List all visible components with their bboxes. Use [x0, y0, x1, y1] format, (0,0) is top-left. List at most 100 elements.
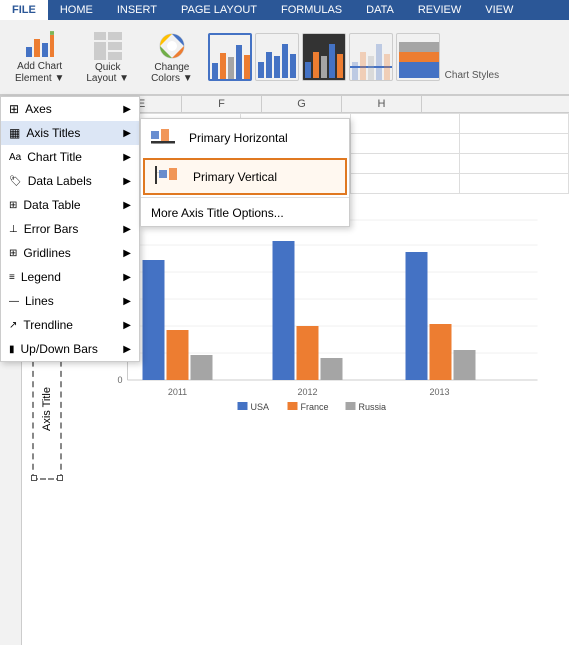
menu-item-legend-label: Legend — [21, 270, 61, 284]
svg-text:Russia: Russia — [359, 402, 387, 410]
chart-styles-section-label: Chart Styles — [445, 70, 499, 81]
svg-text:France: France — [301, 402, 329, 410]
menu-item-trendline[interactable]: ↗ Trendline ▶ — [1, 313, 139, 337]
col-header-f: F — [182, 96, 262, 112]
svg-text:2011: 2011 — [168, 387, 187, 397]
axes-arrow: ▶ — [123, 104, 131, 115]
cell-213[interactable]: 213 — [241, 154, 350, 174]
menu-item-legend[interactable]: ≡ Legend ▶ — [1, 265, 139, 289]
menu-item-updown-bars[interactable]: ▮ Up/Down Bars ▶ — [1, 337, 139, 361]
cell-h3[interactable] — [459, 154, 568, 174]
gridlines-arrow: ▶ — [123, 248, 131, 259]
lines-icon: — — [9, 296, 19, 307]
add-chart-element-icon — [24, 29, 56, 61]
col-header-g: G — [262, 96, 342, 112]
legend-arrow: ▶ — [123, 272, 131, 283]
menu-item-lines-label: Lines — [25, 294, 54, 308]
bar-2012-russia — [321, 358, 343, 380]
cell-f2[interactable] — [241, 134, 350, 154]
updown-bars-arrow: ▶ — [123, 344, 131, 355]
chart-style-3[interactable] — [302, 33, 346, 81]
quick-layout-icon — [92, 30, 124, 62]
change-colors-icon — [156, 30, 188, 62]
quick-layout-label: QuickLayout ▼ — [86, 62, 129, 84]
page-layout-tab[interactable]: PAGE LAYOUT — [169, 0, 269, 20]
menu-item-gridlines[interactable]: ⊞ Gridlines ▶ — [1, 241, 139, 265]
svg-text:USA: USA — [251, 402, 270, 410]
resize-handle-br[interactable] — [57, 475, 63, 481]
axes-icon: ⊞ — [9, 102, 19, 116]
add-chart-element-button[interactable]: Add ChartElement ▼ — [8, 24, 71, 90]
axis-titles-arrow: ▶ — [123, 128, 131, 139]
chart-style-4[interactable] — [349, 33, 393, 81]
col-header-h: H — [342, 96, 422, 112]
menu-item-error-bars[interactable]: ⊥ Error Bars ▶ — [1, 217, 139, 241]
chart-title-icon: Aa — [9, 152, 21, 163]
error-bars-arrow: ▶ — [123, 224, 131, 235]
data-labels-arrow: ▶ — [123, 176, 131, 187]
data-tab[interactable]: DATA — [354, 0, 406, 20]
bar-2011-russia — [191, 355, 213, 380]
cell-g-empty[interactable] — [350, 114, 459, 134]
menu-item-chart-title-label: Chart Title — [27, 150, 82, 164]
menu-item-axis-titles[interactable]: ▦ Axis Titles ▶ — [1, 121, 139, 145]
menu-item-data-labels-label: Data Labels — [28, 174, 92, 188]
cell-e-empty[interactable] — [132, 114, 241, 134]
data-labels-icon: 🏷 — [9, 176, 22, 187]
svg-text:0: 0 — [117, 375, 122, 385]
cell-h-empty[interactable] — [459, 114, 568, 134]
legend-icon: ≡ — [9, 272, 15, 283]
cell-f-empty[interactable] — [241, 114, 350, 134]
chart-style-1[interactable] — [208, 33, 252, 81]
trendline-arrow: ▶ — [123, 320, 131, 331]
gridlines-icon: ⊞ — [9, 248, 17, 259]
menu-item-axes-label: Axes — [25, 102, 52, 116]
bar-2013-france — [430, 324, 452, 380]
data-table-arrow: ▶ — [123, 200, 131, 211]
menu-item-gridlines-label: Gridlines — [23, 246, 70, 260]
axis-titles-icon: ▦ — [9, 126, 20, 140]
lines-arrow: ▶ — [123, 296, 131, 307]
menu-item-error-bars-label: Error Bars — [24, 222, 79, 236]
cell-h2[interactable] — [459, 134, 568, 154]
change-colors-button[interactable]: ChangeColors ▼ — [144, 25, 200, 89]
bar-2013-russia — [454, 350, 476, 380]
chart-title-arrow: ▶ — [123, 152, 131, 163]
menu-item-axes[interactable]: ⊞ Axes ▶ — [1, 97, 139, 121]
cell-g3[interactable] — [350, 154, 459, 174]
menu-item-updown-bars-label: Up/Down Bars — [21, 342, 98, 356]
chart-style-5[interactable] — [396, 33, 440, 81]
updown-bars-icon: ▮ — [9, 344, 15, 355]
chart-element-dropdown[interactable]: ⊞ Axes ▶ ▦ Axis Titles ▶ Aa Chart Title … — [0, 96, 140, 362]
cell-187[interactable]: 187 — [132, 154, 241, 174]
bar-2011-usa — [143, 260, 165, 380]
menu-item-lines[interactable]: — Lines ▶ — [1, 289, 139, 313]
axis-title-text: Axis Title — [41, 387, 53, 431]
change-colors-label: ChangeColors ▼ — [151, 62, 193, 84]
quick-layout-button[interactable]: QuickLayout ▼ — [79, 25, 136, 89]
view-tab[interactable]: VIEW — [473, 0, 525, 20]
insert-tab[interactable]: INSERT — [105, 0, 169, 20]
bar-2012-france — [297, 326, 319, 380]
chart-style-2[interactable] — [255, 33, 299, 81]
chart-svg: 0 100 200 300 400 500 600 2011 — [66, 210, 569, 410]
add-chart-element-label: Add ChartElement ▼ — [15, 61, 64, 85]
svg-text:2012: 2012 — [297, 387, 317, 397]
menu-item-axis-titles-label: Axis Titles — [26, 126, 80, 140]
cell-e2[interactable] — [132, 134, 241, 154]
home-tab[interactable]: HOME — [48, 0, 105, 20]
trendline-icon: ↗ — [9, 320, 17, 331]
menu-item-data-table-label: Data Table — [23, 198, 80, 212]
formulas-tab[interactable]: FORMULAS — [269, 0, 354, 20]
cell-g2[interactable] — [350, 134, 459, 154]
bar-2013-usa — [406, 252, 428, 380]
bar-2011-france — [167, 330, 189, 380]
resize-handle-bl[interactable] — [31, 475, 37, 481]
error-bars-icon: ⊥ — [9, 224, 18, 235]
bar-2012-usa — [273, 241, 295, 380]
file-tab[interactable]: FILE — [0, 0, 48, 20]
menu-item-chart-title[interactable]: Aa Chart Title ▶ — [1, 145, 139, 169]
menu-item-data-table[interactable]: ⊞ Data Table ▶ — [1, 193, 139, 217]
review-tab[interactable]: REVIEW — [406, 0, 473, 20]
menu-item-data-labels[interactable]: 🏷 Data Labels ▶ — [1, 169, 139, 193]
